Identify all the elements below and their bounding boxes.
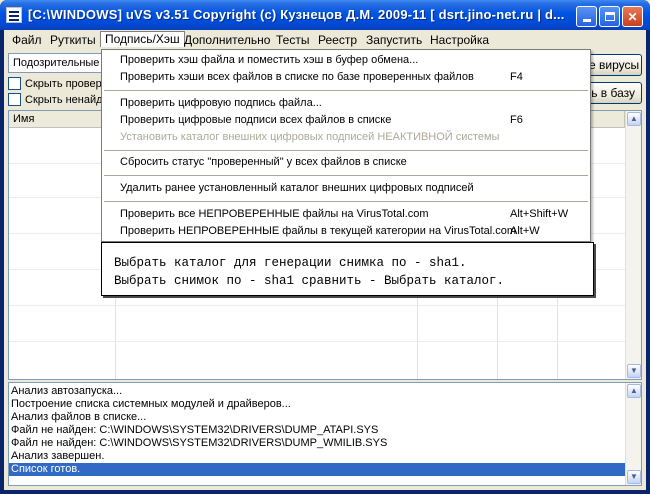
- log-line-selected[interactable]: Список готов.: [9, 463, 625, 476]
- checkbox-box[interactable]: [8, 93, 21, 106]
- log-line: Построение списка системных модулей и др…: [11, 398, 291, 410]
- checkbox-box[interactable]: [8, 77, 21, 90]
- scroll-down-icon[interactable]: ▼: [627, 364, 641, 378]
- menu-item-check-signature[interactable]: Проверить цифровую подпись файла...: [102, 95, 590, 112]
- menu-registry[interactable]: Реестр: [314, 32, 361, 48]
- row-divider: [9, 305, 625, 306]
- menu-additional[interactable]: Дополнительно: [180, 32, 274, 48]
- app-icon[interactable]: [6, 7, 22, 23]
- add-to-base-button[interactable]: ь в базу: [588, 82, 642, 104]
- minimize-button[interactable]: [576, 6, 597, 27]
- maximize-icon: [604, 12, 615, 21]
- viruses-button[interactable]: е вирусы: [588, 54, 642, 76]
- menu-signature-hash[interactable]: Подпись/Хэш: [100, 31, 185, 47]
- hide-not-found-checkbox[interactable]: Скрыть ненайд: [8, 93, 108, 107]
- hide-checked-label: Скрыть провер: [25, 78, 102, 90]
- menu-run[interactable]: Запустить: [362, 32, 426, 48]
- minimize-icon: [582, 19, 591, 22]
- menu-item-label: Проверить цифровую подпись файла...: [120, 97, 322, 109]
- log-line: Файл не найден: C:\WINDOWS\SYSTEM32\DRIV…: [11, 437, 388, 449]
- menu-item-shortcut: F4: [510, 71, 523, 83]
- window-title: [C:\WINDOWS] uVS v3.51 Copyright (c) Куз…: [28, 7, 565, 22]
- menu-item-label: Удалить ранее установленный каталог внеш…: [120, 182, 474, 194]
- menu-file[interactable]: Файл: [8, 32, 46, 48]
- menu-item-check-all-signatures[interactable]: Проверить цифровые подписи всех файлов в…: [102, 112, 590, 129]
- tooltip-line: Выбрать снимок по - sha1 сравнить - Выбр…: [114, 274, 505, 288]
- menu-item-shortcut: Alt+W: [510, 225, 540, 237]
- menu-bar: Файл Руткиты Подпись/Хэш Дополнительно Т…: [4, 30, 646, 49]
- menu-item-shortcut: F6: [510, 114, 523, 126]
- log-panel[interactable]: Анализ автозапуска... Построение списка …: [8, 382, 642, 486]
- menu-item-shortcut: Alt+Shift+W: [510, 208, 569, 220]
- menu-item-virustotal-category[interactable]: Проверить НЕПРОВЕРЕННЫЕ файлы в текущей …: [102, 223, 590, 240]
- hide-checked-checkbox[interactable]: Скрыть провер: [8, 77, 108, 91]
- menu-item-label: Установить каталог внешних цифровых подп…: [120, 131, 500, 143]
- maximize-button[interactable]: [599, 6, 620, 27]
- menu-item-label: Сбросить статус "проверенный" у всех фай…: [120, 156, 407, 168]
- main-window: [C:\WINDOWS] uVS v3.51 Copyright (c) Куз…: [0, 0, 650, 494]
- row-divider: [9, 341, 625, 342]
- menu-item-label: Проверить цифровые подписи всех файлов в…: [120, 114, 392, 126]
- tooltip-line: Выбрать каталог для генерации снимка по …: [114, 256, 467, 270]
- close-button[interactable]: ✕: [622, 6, 643, 27]
- menu-separator: [104, 201, 588, 202]
- menu-separator: [104, 90, 588, 91]
- log-scrollbar[interactable]: ▲ ▼: [625, 383, 641, 485]
- menu-item-reset-checked[interactable]: Сбросить статус "проверенный" у всех фай…: [102, 154, 590, 171]
- menu-item-label: Проверить НЕПРОВЕРЕННЫЕ файлы в текущей …: [120, 225, 517, 237]
- tooltip: Выбрать каталог для генерации снимка по …: [101, 242, 594, 296]
- menu-item-label: Проверить хэш файла и поместить хэш в бу…: [120, 54, 419, 66]
- signature-hash-menu: Проверить хэш файла и поместить хэш в бу…: [101, 49, 591, 242]
- column-header-name[interactable]: Имя: [9, 111, 115, 128]
- menu-item-virustotal-all[interactable]: Проверить все НЕПРОВЕРЕННЫЕ файлы на Vir…: [102, 206, 590, 223]
- menu-separator: [104, 175, 588, 176]
- list-scrollbar[interactable]: ▲ ▼: [625, 111, 641, 379]
- scroll-up-icon[interactable]: ▲: [627, 112, 641, 126]
- menu-tests[interactable]: Тесты: [272, 32, 313, 48]
- menu-settings[interactable]: Настройка: [426, 32, 493, 48]
- hide-not-found-label: Скрыть ненайд: [25, 94, 103, 106]
- menu-item-set-signature-catalog[interactable]: Установить каталог внешних цифровых подп…: [102, 129, 590, 146]
- scroll-up-icon[interactable]: ▲: [627, 384, 641, 398]
- menu-item-label: Проверить хэши всех файлов в списке по б…: [120, 71, 474, 83]
- menu-rootkits[interactable]: Руткиты: [46, 32, 100, 48]
- menu-separator: [104, 150, 588, 151]
- scroll-down-icon[interactable]: ▼: [627, 470, 641, 484]
- log-line: Анализ завершен.: [11, 450, 105, 462]
- title-bar[interactable]: [C:\WINDOWS] uVS v3.51 Copyright (c) Куз…: [0, 0, 650, 30]
- category-select[interactable]: Подозрительные: [8, 53, 104, 73]
- menu-item-check-hashes[interactable]: Проверить хэши всех файлов в списке по б…: [102, 69, 590, 86]
- log-line: Файл не найден: C:\WINDOWS\SYSTEM32\DRIV…: [11, 424, 379, 436]
- log-line: Анализ файлов в списке...: [11, 411, 147, 423]
- log-line: Анализ автозапуска...: [11, 385, 123, 397]
- menu-item-remove-catalog[interactable]: Удалить ранее установленный каталог внеш…: [102, 180, 590, 197]
- menu-item-label: Проверить все НЕПРОВЕРЕННЫЕ файлы на Vir…: [120, 208, 429, 220]
- menu-item-copy-hash[interactable]: Проверить хэш файла и поместить хэш в бу…: [102, 52, 590, 69]
- close-icon: ✕: [627, 9, 638, 24]
